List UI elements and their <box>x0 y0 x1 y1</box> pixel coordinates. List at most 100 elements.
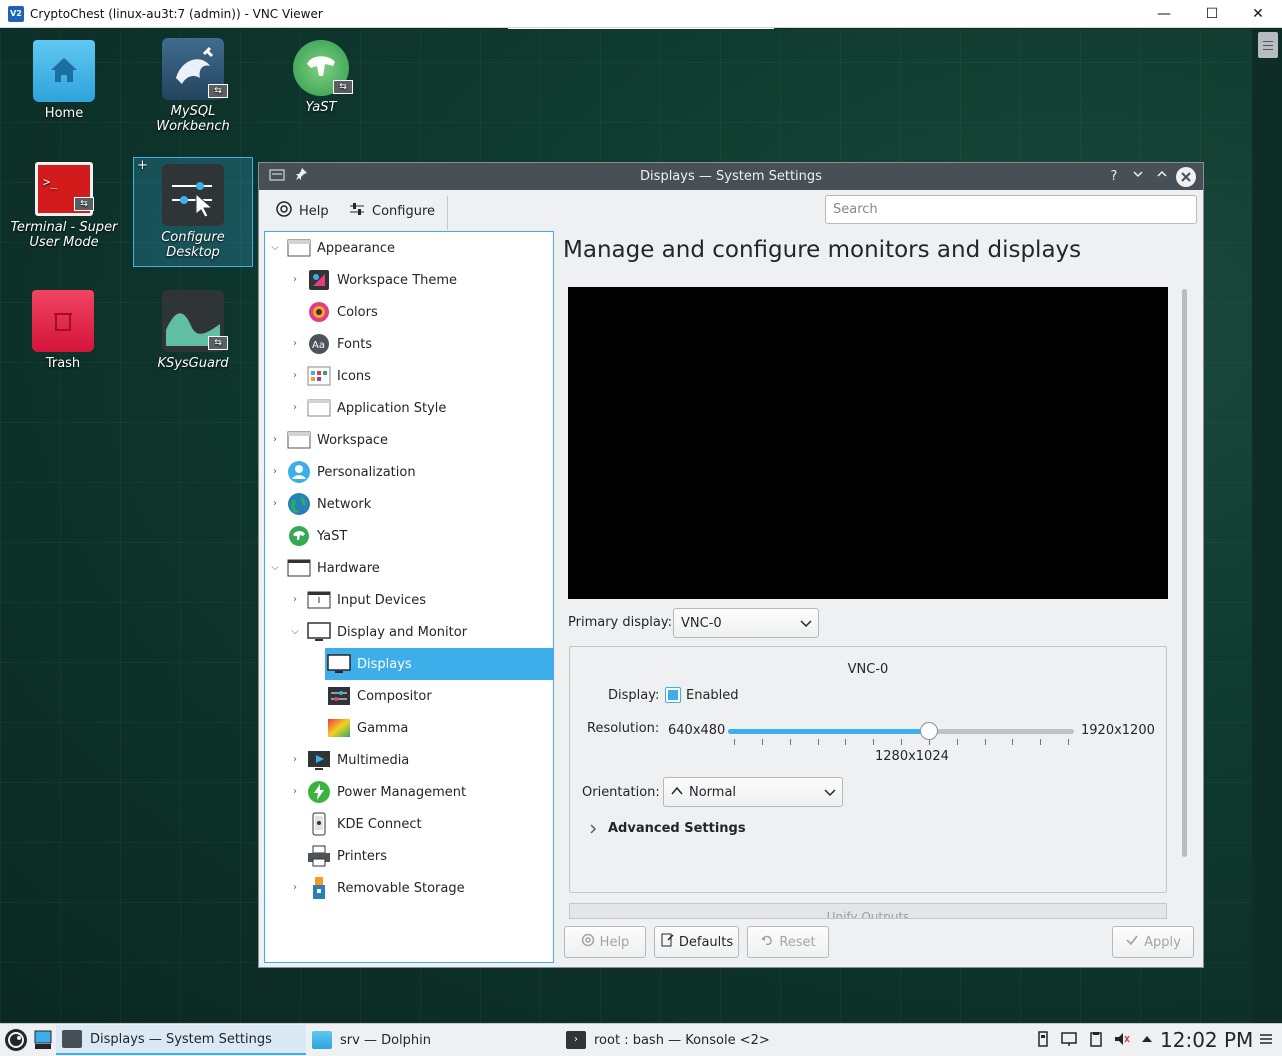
device-notifier-icon[interactable] <box>1035 1031 1051 1047</box>
tree-item-hardware[interactable]: ⌵ Hardware <box>265 552 553 584</box>
tree-item-workspace-theme[interactable]: › Workspace Theme <box>265 264 553 296</box>
collapsed-arrow-icon[interactable]: › <box>289 786 301 798</box>
primary-display-select[interactable]: VNC-0 <box>673 608 819 638</box>
collapsed-arrow-icon[interactable]: › <box>269 434 281 446</box>
orientation-select[interactable]: Normal <box>663 777 843 807</box>
collapsed-arrow-icon[interactable]: › <box>289 882 301 894</box>
slider-handle[interactable] <box>919 722 938 740</box>
tree-item-display-and-monitor[interactable]: ⌵ Display and Monitor <box>265 616 553 648</box>
svg-text:Aa: Aa <box>312 340 325 351</box>
toolbar: Help Configure <box>259 190 1203 232</box>
task-dolphin[interactable]: srv — Dolphin <box>306 1025 556 1055</box>
digital-clock[interactable]: 12:02 PM <box>1160 1028 1253 1052</box>
collapsed-arrow-icon[interactable]: › <box>289 594 301 606</box>
volume-muted-icon[interactable] <box>1114 1031 1130 1047</box>
tree-item-removable-storage[interactable]: › Removable Storage <box>265 872 553 904</box>
search-input[interactable] <box>825 195 1197 224</box>
resolution-slider[interactable] <box>728 722 1074 747</box>
tree-item-power-management[interactable]: › Power Management <box>265 776 553 808</box>
tree-item-icons[interactable]: › Icons <box>265 360 553 392</box>
removable-storage-icon <box>307 876 331 900</box>
collapsed-arrow-icon[interactable]: › <box>289 402 301 414</box>
tree-item-label: Multimedia <box>337 752 410 768</box>
vnc-maximize-button[interactable]: ☐ <box>1189 0 1235 28</box>
settings-category-tree[interactable]: ⌵ Appearance › Workspace Theme Colors › … <box>264 231 554 963</box>
vnc-close-button[interactable]: ✕ <box>1235 0 1281 28</box>
collapsed-arrow-icon[interactable]: › <box>289 338 301 350</box>
defaults-button[interactable]: Defaults <box>654 926 739 958</box>
advanced-settings-toggle[interactable]: Advanced Settings <box>608 821 746 836</box>
collapsed-arrow-icon[interactable]: › <box>289 274 301 286</box>
slider-tick <box>1068 739 1069 745</box>
tree-item-personalization[interactable]: › Personalization <box>265 456 553 488</box>
tree-item-multimedia[interactable]: › Multimedia <box>265 744 553 776</box>
maximize-button[interactable] <box>1152 167 1172 187</box>
advanced-expand-arrow-icon[interactable] <box>588 823 598 838</box>
tree-item-input-devices[interactable]: › Input Devices <box>265 584 553 616</box>
desktop-icon-yast[interactable]: ⇆ YaST <box>261 40 381 115</box>
collapsed-arrow-icon[interactable]: › <box>269 466 281 478</box>
collapsed-arrow-icon[interactable]: › <box>269 498 281 510</box>
tree-item-fonts[interactable]: › Aa Fonts <box>265 328 553 360</box>
reset-button[interactable]: Reset <box>747 926 829 958</box>
show-desktop-icon[interactable] <box>34 1029 52 1051</box>
desktop-icon-home[interactable]: Home <box>4 40 124 121</box>
desktop-icon-mysql-workbench[interactable]: ⇆ MySQL Workbench <box>133 38 253 134</box>
tree-item-gamma[interactable]: Gamma <box>265 712 553 744</box>
unify-outputs-button[interactable]: Unify Outputs <box>569 903 1167 919</box>
enabled-checkbox-label[interactable]: Enabled <box>686 688 739 703</box>
minimize-button[interactable] <box>1128 167 1148 187</box>
tree-item-workspace[interactable]: › Workspace <box>265 424 553 456</box>
tree-item-displays[interactable]: Displays <box>325 648 553 680</box>
clipboard-icon[interactable] <box>1088 1031 1104 1047</box>
help-button[interactable]: Help <box>564 926 646 958</box>
desktop-icon-configure-desktop[interactable]: + Configure Desktop <box>133 157 253 267</box>
expanded-arrow-icon[interactable]: ⌵ <box>269 242 281 254</box>
link-badge-icon: ⇆ <box>333 80 353 94</box>
slider-tick <box>956 739 958 745</box>
panel-options-icon[interactable] <box>1258 1031 1274 1047</box>
help-question-button[interactable]: ? <box>1104 167 1124 187</box>
configure-desktop-icon <box>162 164 224 226</box>
application-launcher-icon[interactable] <box>4 1028 28 1052</box>
toolbar-help-button[interactable]: Help <box>275 199 329 223</box>
orientation-label: Orientation: <box>582 785 660 800</box>
monitor-arrangement-view[interactable] <box>568 287 1168 599</box>
slider-tick <box>1012 739 1014 745</box>
desktop-icon-terminal-su[interactable]: >_ ⇆ Terminal - Super User Mode <box>4 162 124 250</box>
tree-item-label: Network <box>317 496 372 512</box>
displays-kcm-content: Manage and configure monitors and displa… <box>559 231 1199 963</box>
dolphin-folder-icon <box>312 1031 332 1049</box>
tree-item-printers[interactable]: Printers <box>265 840 553 872</box>
tree-item-colors[interactable]: Colors <box>265 296 553 328</box>
enabled-checkbox[interactable] <box>665 687 681 703</box>
task-konsole[interactable]: › root : bash — Konsole <2> <box>560 1025 810 1055</box>
remote-scrollbar[interactable] <box>1252 28 1282 1023</box>
close-button[interactable] <box>1176 167 1196 187</box>
tree-item-yast[interactable]: YaST <box>265 520 553 552</box>
apply-button[interactable]: Apply <box>1112 926 1194 958</box>
tree-item-label: Workspace <box>317 432 389 448</box>
desktop-icon-trash[interactable]: Trash <box>3 290 123 371</box>
network-icon[interactable] <box>1061 1031 1077 1047</box>
toolbar-configure-button[interactable]: Configure <box>348 199 435 223</box>
select-plus-icon[interactable]: + <box>137 158 148 173</box>
remote-scroll-handle[interactable] <box>1258 32 1278 58</box>
tree-item-appearance[interactable]: ⌵ Appearance <box>265 232 553 264</box>
tree-item-label: Workspace Theme <box>337 272 458 288</box>
tree-item-application-style[interactable]: › Application Style <box>265 392 553 424</box>
window-titlebar[interactable]: Displays — System Settings ? <box>259 163 1203 190</box>
tree-item-compositor[interactable]: Compositor <box>265 680 553 712</box>
task-system-settings[interactable]: Displays — System Settings <box>56 1025 306 1055</box>
tree-item-kde-connect[interactable]: KDE Connect <box>265 808 553 840</box>
tray-expand-arrow-icon[interactable] <box>1139 1031 1155 1047</box>
expanded-arrow-icon[interactable]: ⌵ <box>289 626 301 638</box>
collapsed-arrow-icon[interactable]: › <box>289 754 301 766</box>
desktop-icon-ksysguard[interactable]: ⇆ KSysGuard <box>133 290 253 371</box>
collapsed-arrow-icon[interactable]: › <box>289 370 301 382</box>
content-scroll-handle[interactable] <box>1182 289 1187 857</box>
link-badge-icon: ⇆ <box>208 84 228 98</box>
tree-item-network[interactable]: › Network <box>265 488 553 520</box>
vnc-minimize-button[interactable]: — <box>1141 0 1187 28</box>
expanded-arrow-icon[interactable]: ⌵ <box>269 562 281 574</box>
